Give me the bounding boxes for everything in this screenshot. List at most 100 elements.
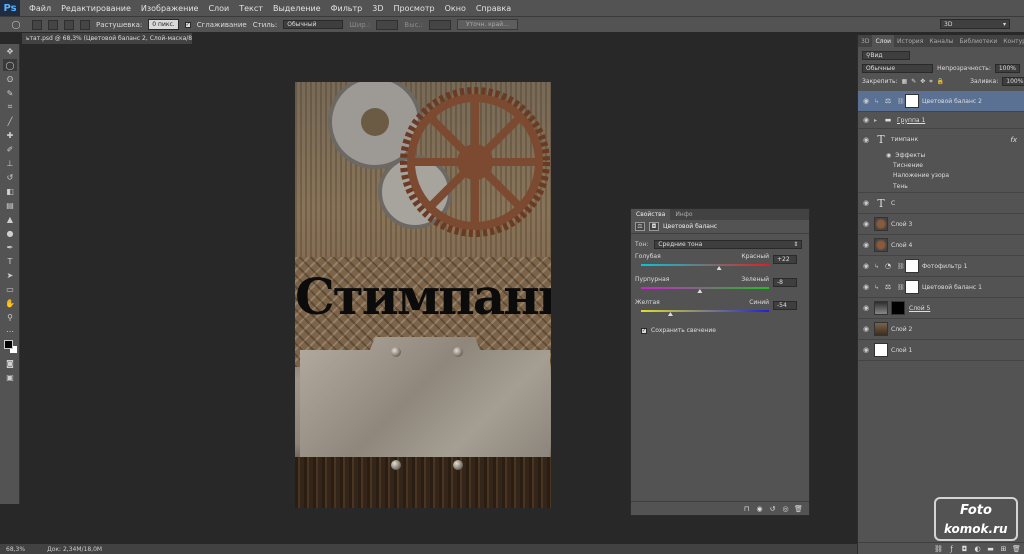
tab-info[interactable]: Инфо [670,209,697,220]
slider-thumb[interactable] [667,312,673,316]
menu-filter[interactable]: Фильтр [326,4,368,13]
layer-row[interactable]: ◉ ↳ ◔ ⛓ Фотофильтр 1 [858,256,1024,277]
layer-row[interactable]: ◉ Слой 4 [858,235,1024,256]
tab-channels[interactable]: Каналы [926,35,956,47]
slider-track[interactable] [641,287,769,289]
expand-arrow-icon[interactable]: ▸ [874,117,880,124]
slider-value-input[interactable]: -8 [773,278,797,287]
dodge-tool-icon[interactable]: ● [3,227,17,239]
blur-tool-icon[interactable]: ▲ [3,213,17,225]
zoom-tool-icon[interactable]: ⚲ [3,311,17,323]
antialias-checkbox[interactable]: ✓ [184,21,191,28]
lasso-tool-icon[interactable]: ʘ [3,73,17,85]
link-icon[interactable]: ⛓ [897,284,905,291]
quick-mask-icon[interactable]: ◙ [3,357,17,369]
ellipse-marquee-icon[interactable]: ◯ [9,18,23,30]
hand-tool-icon[interactable]: ✋ [3,297,17,309]
stamp-tool-icon[interactable]: ⊥ [3,157,17,169]
link-icon[interactable]: ⛓ [897,98,905,105]
menu-window[interactable]: Окно [440,4,471,13]
tab-layers[interactable]: Слои [872,35,895,47]
eye-icon[interactable]: ◉ [858,116,874,124]
layer-mask-thumbnail[interactable] [905,259,919,273]
kind-filter-select[interactable]: ⚲ Вид [862,51,910,60]
layer-row[interactable]: ◉ T тимпанк fx [858,129,1024,150]
effect-row[interactable]: Наложение узора [858,170,1024,180]
eye-icon[interactable]: ◉ [858,346,874,354]
style-select[interactable]: Обычный [283,20,344,29]
eye-icon[interactable]: ◉ [886,152,891,159]
move-tool-icon[interactable]: ✥ [3,45,17,57]
effects-row[interactable]: ◉ Эффекты [858,150,1024,160]
crop-tool-icon[interactable]: ⌗ [3,101,17,113]
slider-thumb[interactable] [697,289,703,293]
opacity-input[interactable]: 100% [994,64,1020,73]
edit-toolbar-icon[interactable]: ⋯ [3,325,17,337]
layer-row[interactable]: ◉ Слой 5 [858,298,1024,319]
type-tool-icon[interactable]: T [3,255,17,267]
lock-all-icon[interactable]: 🔒 [937,78,944,85]
blend-mode-select[interactable]: Обычные [862,64,934,73]
healing-tool-icon[interactable]: ✚ [3,129,17,141]
zoom-level[interactable]: 68,3% [6,546,25,553]
layer-row[interactable]: ◉ ▸ ▬ Группа 1 [858,112,1024,129]
menu-view[interactable]: Просмотр [389,4,440,13]
fill-input[interactable]: 100% [1002,77,1024,86]
eye-icon[interactable]: ◉ [858,136,874,144]
mask-icon[interactable]: ◘ [649,222,659,231]
slider-value-input[interactable]: -54 [773,301,797,310]
visibility-icon[interactable]: ◎ [781,504,790,513]
eye-icon[interactable]: ◉ [858,220,874,228]
menu-edit[interactable]: Редактирование [56,4,136,13]
slider-track[interactable] [641,264,769,266]
tone-select[interactable]: Средние тона ⇕ [654,240,803,249]
eye-icon[interactable]: ◉ [858,97,874,105]
preserve-luminosity-checkbox[interactable]: ✓ [641,327,647,334]
quick-select-tool-icon[interactable]: ✎ [3,87,17,99]
tab-libraries[interactable]: Библиотеки [956,35,1000,47]
eye-icon[interactable]: ◉ [858,241,874,249]
layer-row[interactable]: ◉ Слой 2 [858,319,1024,340]
refine-edge-button[interactable]: Уточн. край... [457,19,518,30]
menu-image[interactable]: Изображение [136,4,204,13]
intersect-selection-icon[interactable] [80,19,90,30]
add-selection-icon[interactable] [48,19,58,30]
clip-to-layer-icon[interactable]: ⊓ [742,504,751,513]
foreground-color-swatch[interactable] [4,340,13,349]
gradient-tool-icon[interactable]: ▤ [3,199,17,211]
workspace-select[interactable]: 3D ▾ [940,19,1010,29]
eye-icon[interactable]: ◉ [858,304,874,312]
lock-pixels-icon[interactable]: ▦ [902,78,908,85]
layer-row[interactable]: ◉ ↳ ⚖ ⛓ Цветовой баланс 1 [858,277,1024,298]
lock-paint-icon[interactable]: ✎ [911,78,916,85]
screen-mode-icon[interactable]: ▣ [3,371,17,383]
document-tab[interactable]: ьтат.psd @ 68,3% (Цветовой баланс 2, Сло… [22,33,192,44]
tab-3d[interactable]: 3D [858,35,872,47]
layer-mask-thumbnail[interactable] [905,94,919,108]
fx-icon[interactable]: fx [1010,136,1017,144]
height-input[interactable] [429,19,452,30]
tab-history[interactable]: История [894,35,926,47]
marquee-tool-icon[interactable]: ◯ [3,59,17,71]
new-selection-icon[interactable] [32,19,42,30]
menu-3d[interactable]: 3D [367,4,388,13]
pen-tool-icon[interactable]: ✒ [3,241,17,253]
document-canvas[interactable]: Стимпанк [295,82,551,508]
lock-artboard-icon[interactable]: ⌗ [929,78,932,86]
eye-icon[interactable]: ◉ [858,199,874,207]
trash-icon[interactable]: 🗑 [794,504,803,513]
brush-tool-icon[interactable]: ✐ [3,143,17,155]
slider-value-input[interactable]: +22 [773,255,797,264]
effect-row[interactable]: Тень [858,180,1024,193]
eyedropper-tool-icon[interactable]: ╱ [3,115,17,127]
menu-type[interactable]: Текст [234,4,268,13]
tab-paths[interactable]: Контуры [1000,35,1024,47]
eye-icon[interactable]: ◉ [858,325,874,333]
slider-thumb[interactable] [716,266,722,270]
layer-row[interactable]: ◉ T С [858,193,1024,214]
lock-move-icon[interactable]: ✥ [920,78,925,85]
slider-track[interactable] [641,310,769,312]
width-input[interactable] [376,19,399,30]
eraser-tool-icon[interactable]: ◧ [3,185,17,197]
subtract-selection-icon[interactable] [64,19,74,30]
